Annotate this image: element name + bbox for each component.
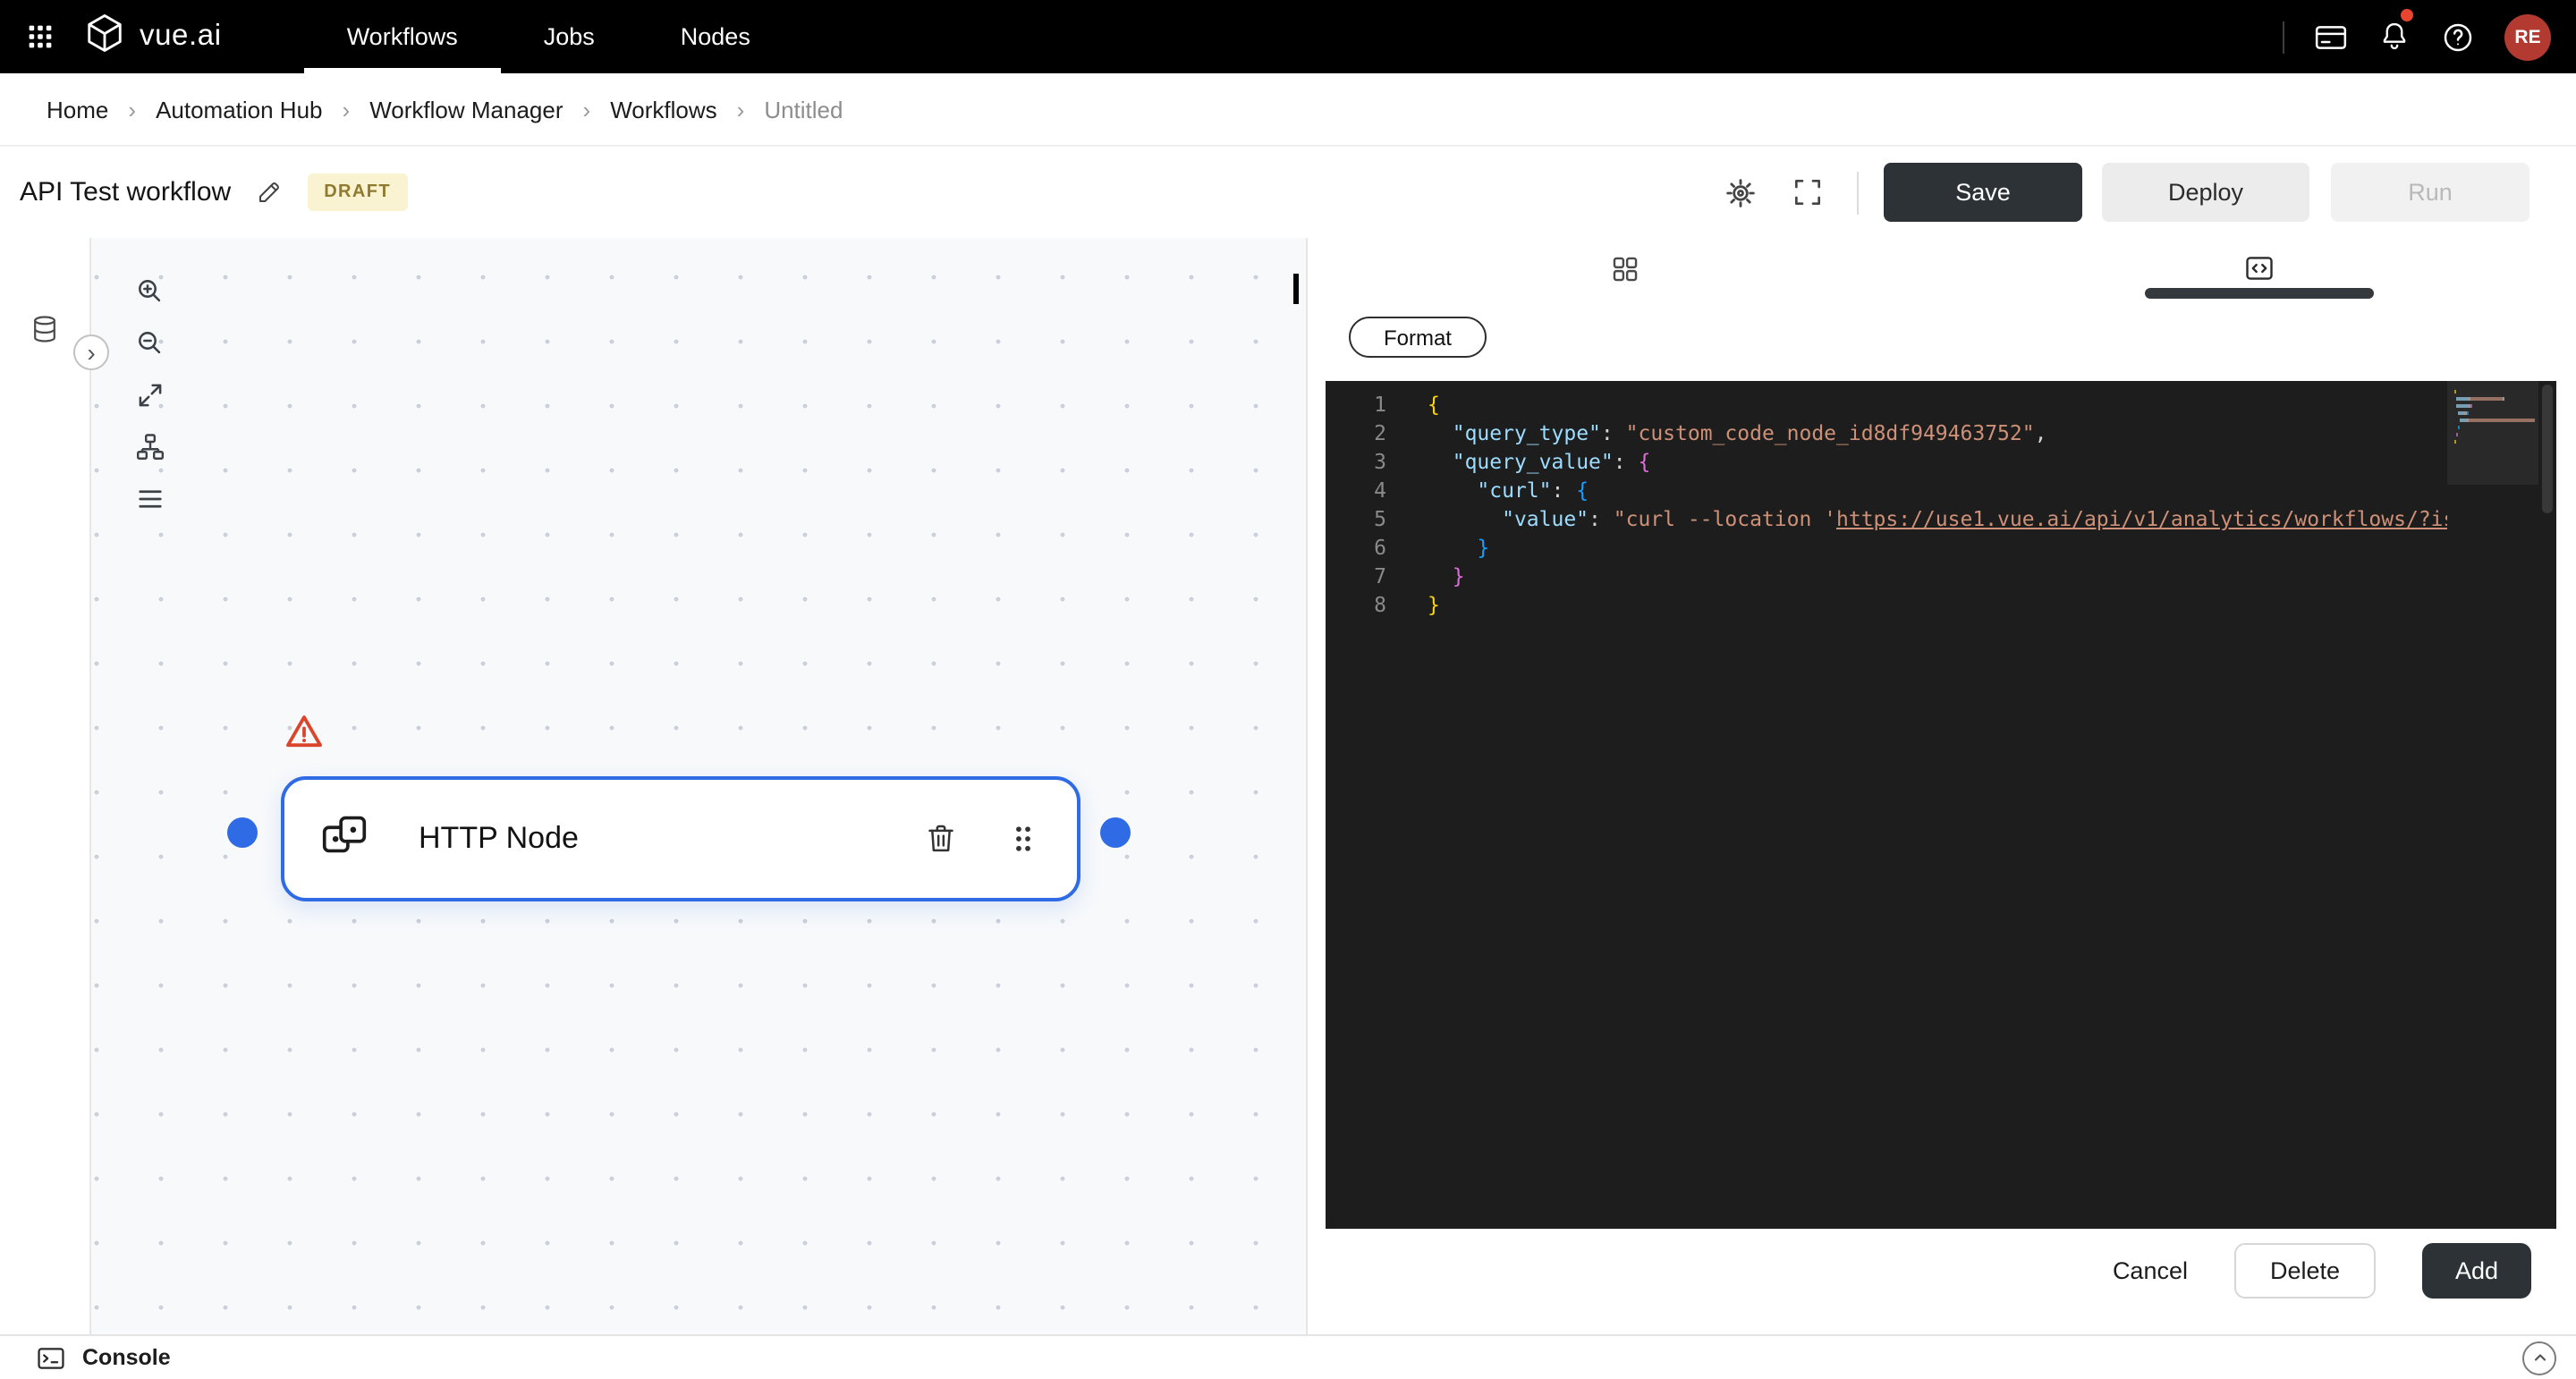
- nav-jobs[interactable]: Jobs: [501, 0, 638, 73]
- line-number: 5: [1326, 504, 1386, 533]
- code-lines: 1{2 "query_type": "custom_code_node_id8d…: [1326, 381, 2556, 1229]
- run-button[interactable]: Run: [2331, 163, 2529, 222]
- line-number: 2: [1326, 419, 1386, 447]
- canvas-menu-icon[interactable]: [134, 483, 166, 515]
- apps-grid-icon[interactable]: [25, 21, 55, 52]
- node-output-port[interactable]: [1100, 817, 1131, 848]
- breadcrumb-item: Untitled: [764, 96, 843, 123]
- workflow-canvas[interactable]: HTTP Node: [91, 238, 1308, 1334]
- nav-nodes[interactable]: Nodes: [638, 0, 793, 73]
- fullscreen-icon[interactable]: [1791, 175, 1825, 209]
- main-nav: WorkflowsJobsNodes: [304, 0, 793, 73]
- save-button[interactable]: Save: [1884, 163, 2082, 222]
- code-line: 3 "query_value": {: [1326, 447, 2556, 476]
- http-node-card[interactable]: HTTP Node: [281, 776, 1080, 901]
- scrollbar-thumb[interactable]: [2542, 385, 2553, 513]
- page: vue.ai WorkflowsJobsNodes: [0, 0, 2576, 1379]
- workflow-header: API Test workflow DRAFT Save Depl: [0, 147, 2576, 238]
- node-title: HTTP Node: [419, 821, 579, 857]
- line-number: 3: [1326, 447, 1386, 476]
- breadcrumb: Home › Automation Hub › Workflow Manager › Wor…: [47, 96, 843, 123]
- code-line: 6 }: [1326, 533, 2556, 562]
- minimap[interactable]: [2447, 381, 2538, 1229]
- line-number: 8: [1326, 590, 1386, 619]
- edit-title-icon[interactable]: [256, 179, 283, 206]
- topbar: vue.ai WorkflowsJobsNodes: [0, 0, 2576, 73]
- node-library-rail: [0, 238, 91, 1334]
- code-line: 2 "query_type": "custom_code_node_id8df9…: [1326, 419, 2556, 447]
- tab-form-view[interactable]: [1308, 238, 1942, 299]
- zoom-out-icon[interactable]: [134, 327, 166, 360]
- help-icon[interactable]: [2440, 19, 2476, 55]
- database-icon[interactable]: [29, 313, 61, 354]
- delete-button[interactable]: Delete: [2234, 1243, 2376, 1299]
- header-divider: [1857, 171, 1859, 214]
- brand-logo-icon: [84, 12, 125, 62]
- delete-node-icon[interactable]: [923, 821, 959, 857]
- topbar-divider: [2283, 21, 2284, 53]
- billing-card-icon[interactable]: [2313, 19, 2349, 55]
- status-badge: DRAFT: [308, 173, 407, 211]
- breadcrumb-item[interactable]: Home: [47, 96, 108, 123]
- console-bar[interactable]: Console: [0, 1334, 2576, 1379]
- editor-scrollbar[interactable]: [2538, 381, 2556, 1229]
- breadcrumb-item[interactable]: Workflow Manager: [369, 96, 563, 123]
- page-title: API Test workflow: [20, 177, 231, 207]
- fit-view-icon[interactable]: [134, 379, 166, 411]
- chevron-right-icon: ›: [87, 340, 95, 365]
- format-button[interactable]: Format: [1349, 317, 1487, 358]
- code-line: 8}: [1326, 590, 2556, 619]
- canvas-toolbar: [134, 275, 166, 515]
- code-line: 7 }: [1326, 562, 2556, 590]
- cancel-button[interactable]: Cancel: [2113, 1257, 2188, 1284]
- active-tab-indicator: [2145, 288, 2374, 299]
- deploy-button[interactable]: Deploy: [2102, 163, 2309, 222]
- breadcrumb-separator: ›: [343, 96, 351, 123]
- topbar-left: vue.ai: [25, 0, 222, 73]
- panel-resize-handle[interactable]: [1293, 274, 1299, 304]
- code-line: 4 "curl": {: [1326, 476, 2556, 504]
- console-expand-icon[interactable]: [2522, 1341, 2556, 1375]
- expand-rail-button[interactable]: ›: [73, 334, 109, 370]
- breadcrumb-separator: ›: [737, 96, 745, 123]
- brand-logo[interactable]: vue.ai: [84, 12, 222, 62]
- node-input-port[interactable]: [227, 817, 258, 848]
- node-warning-icon[interactable]: [283, 710, 326, 762]
- minimap-slider[interactable]: [2447, 381, 2538, 485]
- notification-dot: [2401, 9, 2413, 21]
- terminal-icon: [36, 1342, 66, 1373]
- console-label: Console: [82, 1345, 171, 1370]
- code-line: 1{: [1326, 390, 2556, 419]
- auto-layout-icon[interactable]: [134, 431, 166, 463]
- json-code-editor[interactable]: 1{2 "query_type": "custom_code_node_id8d…: [1326, 381, 2556, 1229]
- topbar-right: RE: [2283, 0, 2551, 73]
- breadcrumb-item[interactable]: Workflows: [610, 96, 716, 123]
- line-number: 7: [1326, 562, 1386, 590]
- avatar[interactable]: RE: [2504, 13, 2551, 60]
- panel-actions: Cancel Delete Add: [1308, 1243, 2531, 1299]
- node-config-panel: Format 1{2 "query_type": "custom_code_no…: [1308, 238, 2576, 1334]
- main-area: ›: [0, 238, 2576, 1334]
- code-line: 5 "value": "curl --location 'https://use…: [1326, 504, 2556, 533]
- breadcrumb-bar: Home › Automation Hub › Workflow Manager › Wor…: [0, 73, 2576, 147]
- notification-area: [2377, 20, 2411, 54]
- node-more-options-icon[interactable]: [1009, 823, 1038, 855]
- header-actions: Save Deploy Run: [1723, 163, 2529, 222]
- breadcrumb-separator: ›: [128, 96, 136, 123]
- breadcrumb-item[interactable]: Automation Hub: [156, 96, 322, 123]
- settings-gear-icon[interactable]: [1723, 174, 1758, 210]
- bell-icon[interactable]: [2377, 20, 2411, 54]
- zoom-in-icon[interactable]: [134, 275, 166, 308]
- nav-workflows[interactable]: Workflows: [304, 0, 501, 73]
- line-number: 1: [1326, 390, 1386, 419]
- add-button[interactable]: Add: [2422, 1243, 2531, 1299]
- line-number: 4: [1326, 476, 1386, 504]
- line-number: 6: [1326, 533, 1386, 562]
- brand-name: vue.ai: [140, 20, 222, 54]
- http-node-icon: [317, 807, 372, 871]
- breadcrumb-separator: ›: [583, 96, 591, 123]
- panel-tabs: [1308, 238, 2576, 299]
